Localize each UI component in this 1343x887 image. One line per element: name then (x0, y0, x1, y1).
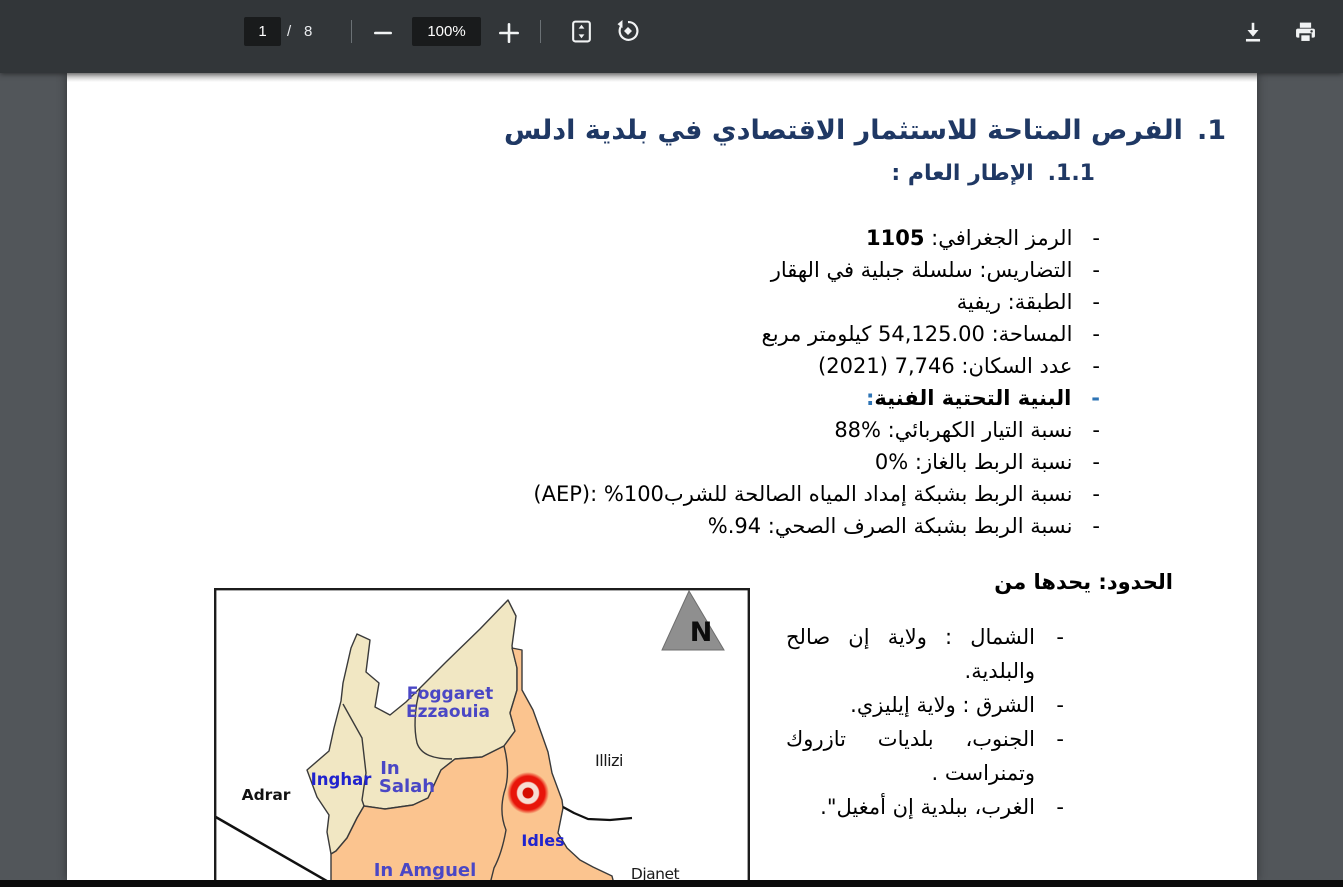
fact-text: التضاريس: سلسلة جبلية في الهقار (771, 258, 1073, 282)
fact-item: -الرمز الجغرافي: 1105 (533, 222, 1100, 254)
map-label: Ezzaouia (406, 702, 490, 722)
bullet-dash: - (1092, 318, 1100, 350)
bullet-dash: - (1092, 350, 1100, 382)
title-text: الفرص المتاحة للاستثمار الاقتصادي في بلد… (504, 115, 1183, 146)
borders-list: -الشمال : ولاية إن صالحوالبلدية.-الشرق :… (786, 620, 1064, 824)
map-label: Djanet (631, 865, 680, 880)
border-item: -الغرب، ببلدية إن أمغيل". (786, 790, 1064, 824)
bullet-dash: - (1092, 222, 1100, 254)
fact-text: الطبقة: ريفية (957, 290, 1073, 314)
map-label: Salah (379, 776, 435, 797)
border-item-line: الغرب، ببلدية إن أمغيل". (786, 790, 1035, 824)
border-item: -الجنوب، بلديات تازروكوتمنراست . (786, 722, 1064, 790)
fact-item: -عدد السكان: 7,746 (2021) (533, 350, 1100, 382)
bullet-dash: - (1056, 722, 1064, 756)
fact-text: البنية التحتية الفنية: (866, 386, 1071, 410)
download-icon (1240, 19, 1266, 45)
map-label: Illizi (595, 751, 623, 770)
pdf-page: 1. الفرص المتاحة للاستثمار الاقتصادي في ب… (67, 73, 1257, 880)
bullet-dash: - (1092, 414, 1100, 446)
section-number: 1.1. (1048, 161, 1095, 186)
north-letter: N (690, 617, 713, 648)
section-text: الإطار العام : (891, 161, 1033, 186)
bullet-dash: - (1092, 446, 1100, 478)
facts-list: -الرمز الجغرافي: 1105-التضاريس: سلسلة جب… (533, 222, 1100, 542)
bullet-dash: - (1092, 478, 1100, 510)
page-divider: / (287, 23, 291, 40)
bullet-dash: - (1092, 510, 1100, 542)
download-button[interactable] (1238, 17, 1268, 47)
border-item-line: وتمنراست . (786, 756, 1035, 790)
print-button[interactable] (1290, 17, 1320, 47)
fact-text: نسبة الربط بالغاز: %0 (875, 450, 1073, 474)
bullet-dash: - (1092, 286, 1100, 318)
map-label: Foggaret (407, 684, 493, 704)
page-number-input[interactable]: 1 (244, 17, 281, 46)
pdf-toolbar: 1 / 8 100% (0, 0, 1343, 73)
fact-item: -المساحة: 54,125.00 كيلومتر مربع (533, 318, 1100, 350)
border-item-line: الجنوب، بلديات تازروك (786, 722, 1035, 756)
fact-text: عدد السكان: 7,746 (2021) (818, 354, 1072, 378)
fact-item: -التضاريس: سلسلة جبلية في الهقار (533, 254, 1100, 286)
toolbar-separator (351, 20, 352, 43)
map-label: Inghar (311, 770, 373, 789)
minus-icon (371, 21, 395, 45)
fact-text: نسبة التيار الكهربائي: %88 (834, 418, 1072, 442)
municipality-map: N FoggaretEzzaouiaInSalahIngharAdrarIlli… (214, 588, 750, 880)
bullet-dash: - (1091, 382, 1100, 414)
fact-item: -نسبة الربط بشبكة إمداد المياه الصالحة ل… (533, 478, 1100, 510)
window-bottom-edge (0, 880, 1343, 887)
zoom-out-button[interactable] (369, 19, 397, 47)
fact-text: نسبة الربط بشبكة إمداد المياه الصالحة لل… (533, 482, 1072, 506)
fit-page-icon (569, 19, 594, 44)
fit-page-button[interactable] (567, 17, 595, 45)
fact-text: المساحة: 54,125.00 كيلومتر مربع (762, 322, 1073, 346)
section-heading: 1.1. الإطار العام : (891, 161, 1095, 186)
border-item-line: الشمال : ولاية إن صالح (786, 620, 1035, 654)
document-title: 1. الفرص المتاحة للاستثمار الاقتصادي في ب… (504, 115, 1226, 146)
location-marker-icon (507, 772, 549, 814)
title-number: 1. (1197, 115, 1226, 146)
plus-icon (497, 21, 521, 45)
bullet-dash: - (1056, 620, 1064, 654)
rotate-ccw-icon (615, 18, 641, 44)
fact-text: الرمز الجغرافي: 1105 (866, 226, 1072, 250)
fact-text: نسبة الربط بشبكة الصرف الصحي: 94.% (708, 514, 1073, 538)
map-label: Idles (521, 831, 564, 850)
borders-heading: الحدود: يحدها من (994, 570, 1173, 594)
rotate-button[interactable] (614, 17, 642, 45)
border-item-line: الشرق : ولاية إيليزي. (786, 688, 1035, 722)
bullet-dash: - (1092, 254, 1100, 286)
print-icon (1292, 19, 1319, 46)
zoom-in-button[interactable] (495, 19, 523, 47)
bullet-dash: - (1056, 688, 1064, 722)
page-total: 8 (304, 23, 312, 40)
bullet-dash: - (1056, 790, 1064, 824)
border-item: -الشمال : ولاية إن صالحوالبلدية. (786, 620, 1064, 688)
zoom-level-input[interactable]: 100% (412, 17, 481, 46)
fact-item: -نسبة التيار الكهربائي: %88 (533, 414, 1100, 446)
toolbar-separator (540, 20, 541, 43)
fact-item: -البنية التحتية الفنية: (533, 382, 1100, 414)
fact-item: -الطبقة: ريفية (533, 286, 1100, 318)
border-item-line: والبلدية. (786, 654, 1035, 688)
map-label: In Amguel (374, 860, 477, 880)
fact-item: -نسبة الربط بالغاز: %0 (533, 446, 1100, 478)
border-item: -الشرق : ولاية إيليزي. (786, 688, 1064, 722)
map-label: Adrar (242, 786, 291, 804)
fact-item: -نسبة الربط بشبكة الصرف الصحي: 94.% (533, 510, 1100, 542)
